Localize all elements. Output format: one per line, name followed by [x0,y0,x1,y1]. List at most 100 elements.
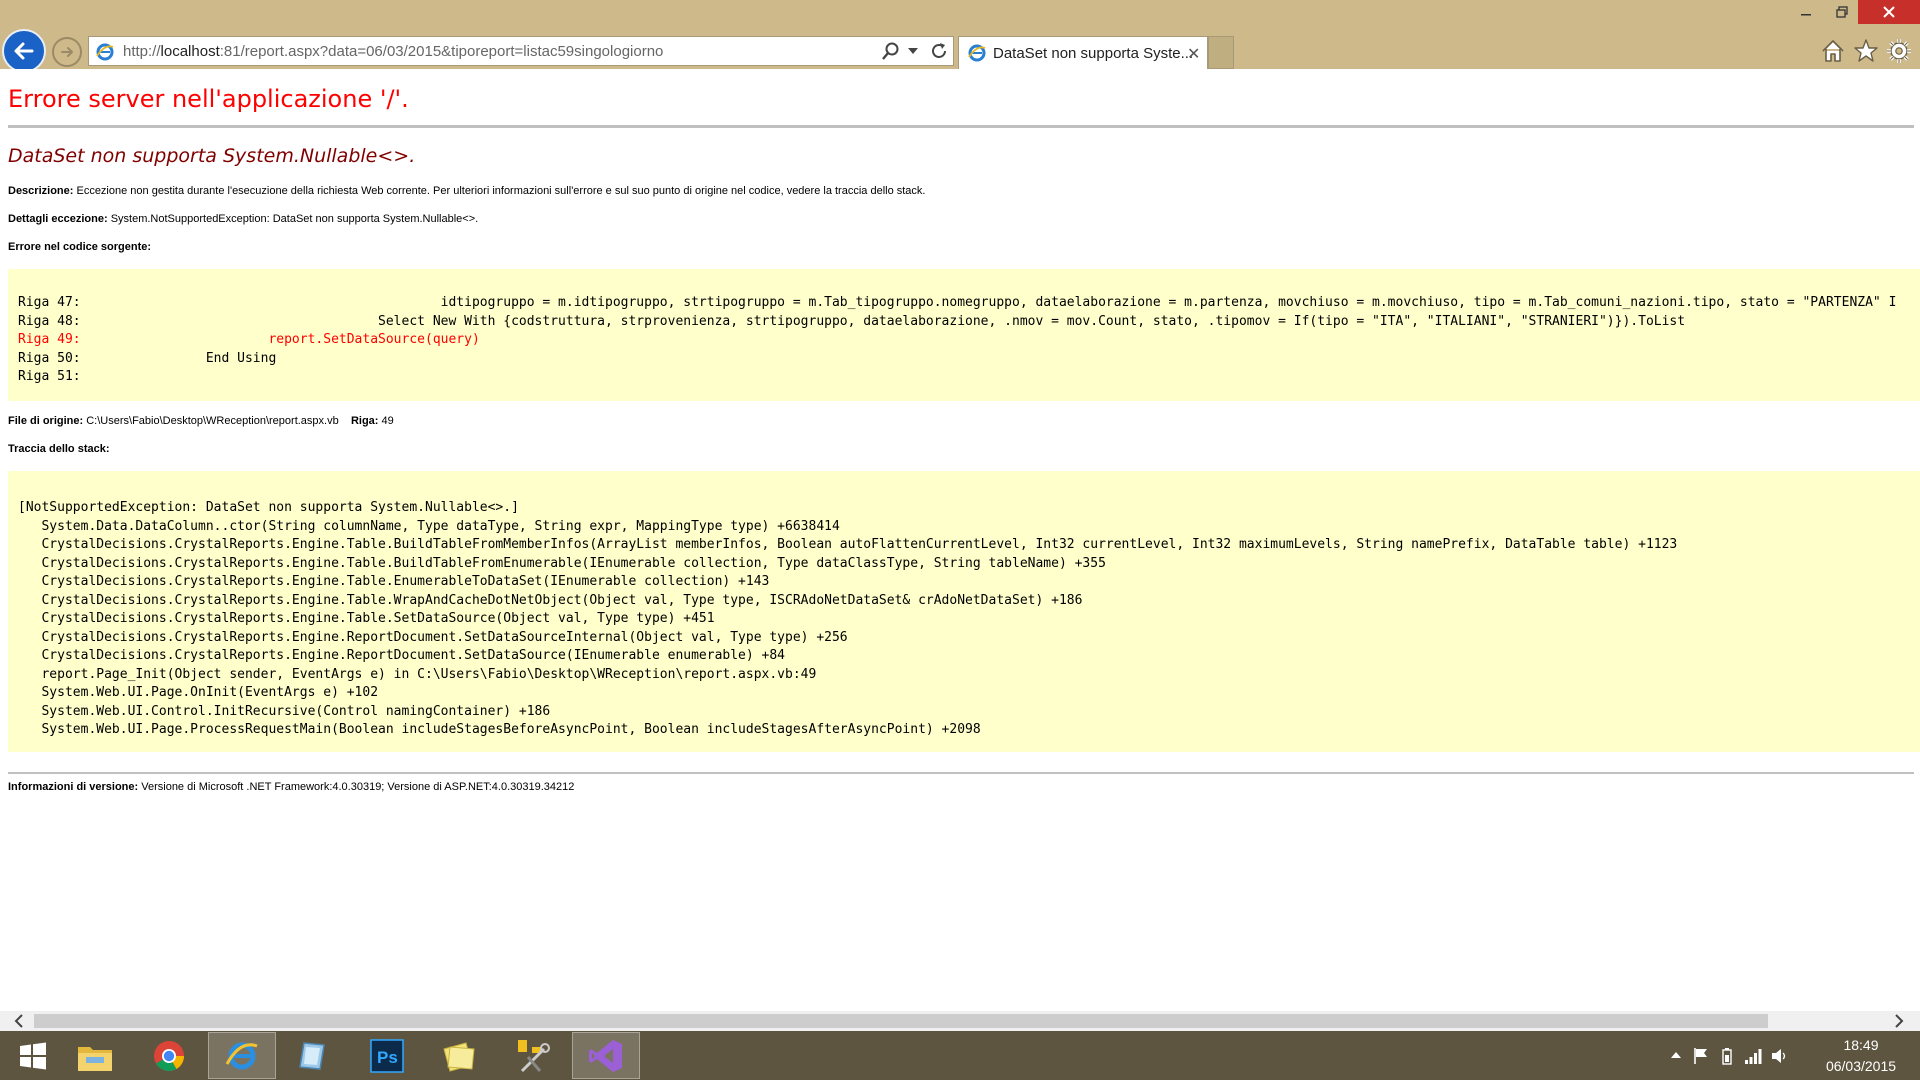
chevron-left-icon [14,1014,23,1028]
page-title: Errore server nell'applicazione '/'. [8,85,409,113]
volume-icon[interactable] [1770,1047,1788,1065]
source-error-label: Errore nel codice sorgente: [8,241,152,253]
page-content: Errore server nell'applicazione '/'. Dat… [0,69,1920,1011]
start-button[interactable] [0,1032,66,1079]
description-label: Descrizione: [8,185,74,197]
arrow-right-icon [61,47,73,57]
battery-icon[interactable] [1718,1047,1736,1065]
source-line: Riga 51: [18,369,89,384]
clock-time[interactable]: 18:49 [1826,1037,1896,1053]
taskbar-visual-studio[interactable] [572,1032,640,1079]
scroll-right-button[interactable] [1890,1013,1908,1029]
description-line: Descrizione: Eccezione non gestita duran… [8,185,925,197]
chevron-up-icon[interactable] [1670,1051,1682,1059]
stack-line: CrystalDecisions.CrystalReports.Engine.T… [18,574,770,589]
chevron-down-icon[interactable] [907,46,919,56]
photoshop-icon: Ps [370,1038,404,1073]
source-line: Riga 50: End Using [18,350,277,366]
folder-icon [78,1046,112,1071]
forward-button[interactable] [52,37,82,67]
favorites-star-icon[interactable] [1853,38,1879,64]
close-window-button[interactable] [1858,0,1920,24]
minimize-icon [1801,14,1811,16]
horizontal-scrollbar[interactable] [0,1011,1920,1031]
new-tab-button[interactable] [1208,36,1234,69]
refresh-icon[interactable] [929,41,949,61]
tab-title: DataSet non supporta Syste... [993,45,1194,62]
taskbar: Ps 18:49 06/03/2015 [0,1031,1920,1080]
address-bar[interactable]: http://localhost:81/report.aspx?data=06/… [88,36,954,66]
close-icon [1883,6,1895,18]
gear-icon[interactable] [1886,38,1912,64]
minimize-button[interactable] [1786,0,1826,24]
version-text: Versione di Microsoft .NET Framework:4.0… [138,781,575,793]
arrow-left-icon [14,42,34,60]
internet-explorer-icon [96,43,114,61]
stack-line: System.Web.UI.Page.ProcessRequestMain(Bo… [18,722,981,737]
taskbar-tools[interactable] [500,1032,566,1079]
stack-line: System.Web.UI.Page.OnInit(EventArgs e) +… [18,685,379,700]
taskbar-photoshop[interactable]: Ps [354,1032,420,1079]
stack-trace-line: Traccia dello stack: [8,443,110,455]
footer-divider [8,772,1914,774]
source-line: Riga 48: Select New With {codstruttura, … [18,313,1686,329]
taskbar-sticky-notes[interactable] [426,1032,492,1079]
error-heading: DataSet non supporta System.Nullable<>. [8,145,416,167]
exception-line: Dettagli eccezione: System.NotSupportedE… [8,213,478,225]
source-line-highlighted: Riga 49: report.SetDataSource(query) [18,332,480,347]
back-button[interactable] [2,29,46,73]
stack-line: CrystalDecisions.CrystalReports.Engine.R… [18,648,786,663]
stack-trace-label: Traccia dello stack: [8,443,110,455]
stack-line: [NotSupportedException: DataSet non supp… [18,500,519,515]
stack-trace: [NotSupportedException: DataSet non supp… [18,499,1677,740]
restore-icon [1836,6,1848,18]
clock-date[interactable]: 06/03/2015 [1812,1058,1910,1074]
stack-line: CrystalDecisions.CrystalReports.Engine.T… [18,537,1678,552]
source-error-line: Errore nel codice sorgente: [8,241,151,253]
stack-line: CrystalDecisions.CrystalReports.Engine.T… [18,592,1083,608]
blue-glass-icon [299,1041,325,1070]
chevron-right-icon [1895,1014,1904,1028]
address-url[interactable]: http://localhost:81/report.aspx?data=06/… [123,43,663,60]
tools-icon [518,1039,550,1072]
title-divider [8,125,1914,128]
source-file-line: File di origine: C:\Users\Fabio\Desktop\… [8,415,394,427]
scrollbar-thumb[interactable] [34,1014,1768,1028]
scroll-left-button[interactable] [10,1013,28,1029]
stack-line: CrystalDecisions.CrystalReports.Engine.T… [18,555,1106,571]
browser-chrome: http://localhost:81/report.aspx?data=06/… [0,0,1920,73]
photoshop-label: Ps [377,1048,398,1067]
sticky-notes-icon [443,1041,475,1072]
source-code: Riga 47: idtipogruppo = m.idtipogruppo, … [18,294,1896,387]
taskbar-internet-explorer[interactable] [208,1032,276,1079]
stack-line: CrystalDecisions.CrystalReports.Engine.T… [18,611,715,626]
taskbar-chrome[interactable] [136,1032,202,1079]
version-line: Informazioni di versione: Versione di Mi… [8,781,574,793]
restore-button[interactable] [1822,0,1862,24]
stack-line: System.Data.DataColumn..ctor(String colu… [18,518,840,534]
stack-line: System.Web.UI.Control.InitRecursive(Cont… [18,703,551,719]
internet-explorer-icon [968,44,986,62]
search-icon[interactable] [881,41,901,61]
stack-line: report.Page_Init(Object sender, EventArg… [18,666,817,682]
home-icon[interactable] [1820,38,1846,64]
line-number: 49 [378,415,394,427]
taskbar-app[interactable] [280,1032,346,1079]
source-file-path: C:\Users\Fabio\Desktop\WReception\report… [83,415,339,427]
stack-line: CrystalDecisions.CrystalReports.Engine.R… [18,629,848,645]
tab-close-button[interactable]: ✕ [1187,44,1200,64]
version-label: Informazioni di versione: [8,781,139,793]
description-text: Eccezione non gestita durante l'esecuzio… [73,185,926,197]
tab-active[interactable]: DataSet non supporta Syste... ✕ [958,36,1208,69]
visual-studio-icon [589,1039,622,1072]
source-line: Riga 47: idtipogruppo = m.idtipogruppo, … [18,295,1897,310]
stack-trace-box: [NotSupportedException: DataSet non supp… [8,471,1920,752]
internet-explorer-icon [225,1042,258,1069]
action-center-flag-icon[interactable] [1692,1047,1710,1065]
taskbar-file-explorer[interactable] [62,1032,128,1079]
signal-strength-icon[interactable] [1744,1047,1762,1065]
exception-text: System.NotSupportedException: DataSet no… [107,213,479,225]
line-label: Riga: [350,415,379,427]
source-file-label: File di origine: [8,415,84,427]
chrome-icon [154,1040,184,1071]
